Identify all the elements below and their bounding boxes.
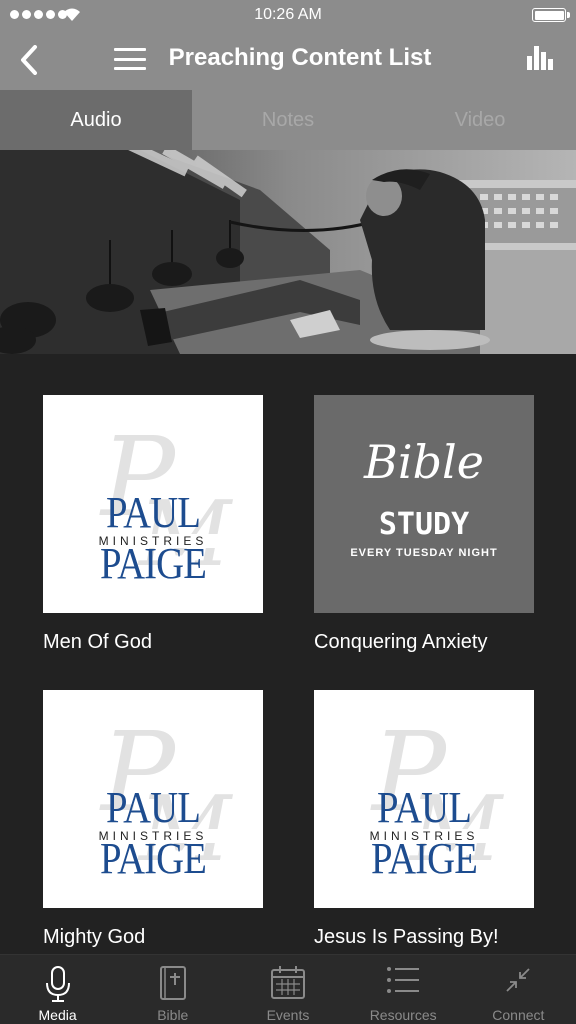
header-banner-image xyxy=(0,150,576,354)
sermon-title: Jesus Is Passing By! xyxy=(314,926,499,948)
collapse-arrows-icon xyxy=(506,968,530,992)
sermon-card[interactable]: P M PAUL PAIGE MINISTRIES Men Of God xyxy=(43,395,263,654)
ppm-logo-subtitle: MINISTRIES xyxy=(344,829,504,843)
page-title: Preaching Content List xyxy=(168,44,432,71)
tab-bar-item-media[interactable]: Media xyxy=(0,955,115,1024)
tab-bar-label: Media xyxy=(38,1007,77,1023)
calendar-icon xyxy=(270,966,305,999)
sermon-thumbnail: P M PAUL PAIGE MINISTRIES xyxy=(43,395,263,613)
tab-bar-label: Events xyxy=(266,1007,310,1023)
sermon-grid: P M PAUL PAIGE MINISTRIES Men Of God Bib… xyxy=(0,354,576,954)
tab-bar-item-resources[interactable]: Resources xyxy=(346,955,461,1024)
tab-notes[interactable]: Notes xyxy=(192,90,384,150)
back-button[interactable] xyxy=(14,42,44,78)
microphone-icon xyxy=(45,966,70,1002)
sermon-title: Mighty God xyxy=(43,926,146,948)
ppm-logo-subtitle: MINISTRIES xyxy=(73,534,233,548)
bible-study-schedule: EVERY TUESDAY NIGHT xyxy=(350,547,498,559)
sermon-title: Conquering Anxiety xyxy=(314,631,488,653)
tab-bar-label: Bible xyxy=(157,1007,189,1023)
sermon-thumbnail: Bible STUDY EVERY TUESDAY NIGHT xyxy=(314,395,534,613)
back-chevron-icon xyxy=(21,45,37,75)
content-type-tabs: Audio Notes Video xyxy=(0,90,576,150)
tab-video[interactable]: Video xyxy=(384,90,576,150)
sermon-card[interactable]: Bible STUDY EVERY TUESDAY NIGHT Conqueri… xyxy=(314,395,534,654)
ppm-logo-subtitle: MINISTRIES xyxy=(73,829,233,843)
sermon-card[interactable]: P M PAUL PAIGE MINISTRIES Jesus Is Passi… xyxy=(314,690,534,949)
battery-icon xyxy=(532,8,570,22)
sermon-card[interactable]: P M PAUL PAIGE MINISTRIES Mighty God xyxy=(43,690,263,949)
bottom-tab-bar: Media Bible Events Resources Connect xyxy=(0,954,576,1024)
sermon-title: Men Of God xyxy=(43,631,152,653)
list-icon xyxy=(387,967,420,993)
tab-bar-item-bible[interactable]: Bible xyxy=(115,955,230,1024)
tab-bar-item-connect[interactable]: Connect xyxy=(461,955,576,1024)
tab-bar-item-events[interactable]: Events xyxy=(230,955,345,1024)
bar-chart-icon[interactable] xyxy=(526,44,554,72)
navigation-bar: Preaching Content List xyxy=(0,30,576,90)
bible-book-icon xyxy=(159,966,186,1000)
bible-study-script: Bible xyxy=(364,435,484,489)
tab-bar-label: Resources xyxy=(369,1007,437,1023)
status-time: 10:26 AM xyxy=(254,6,322,23)
tab-audio[interactable]: Audio xyxy=(0,90,192,150)
hamburger-menu-icon[interactable] xyxy=(114,46,146,72)
sermon-thumbnail: P M PAUL PAIGE MINISTRIES xyxy=(314,690,534,908)
bible-study-heading: STUDY xyxy=(378,507,470,542)
status-bar: 10:26 AM xyxy=(0,0,576,30)
sermon-thumbnail: P M PAUL PAIGE MINISTRIES xyxy=(43,690,263,908)
tab-bar-label: Connect xyxy=(492,1007,545,1023)
